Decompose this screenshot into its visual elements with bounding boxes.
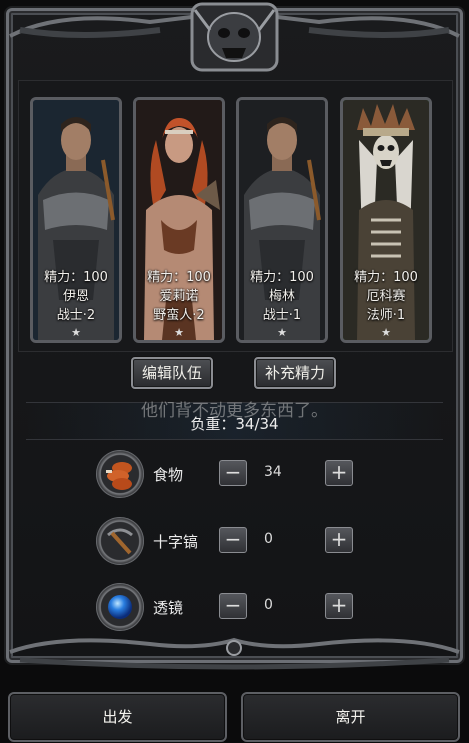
item-count: 34 [264,464,282,480]
leave-button[interactable]: 离开 [241,692,460,742]
hero-class: 野蛮人·2 [153,308,205,323]
hero-class: 战士·2 [56,308,96,323]
hero-name: 厄科赛 [366,289,406,304]
hero-stamina: 精力：100 [250,270,314,285]
star-icon: ★ [71,326,81,339]
hero-stamina: 精力：100 [147,270,211,285]
star-icon: ★ [277,326,287,339]
pickaxe-icon [96,517,144,565]
depart-button[interactable]: 出发 [8,692,227,742]
decrease-food-button[interactable]: − [219,460,247,486]
star-icon: ★ [174,326,184,339]
increase-lens-button[interactable]: + [325,593,353,619]
item-name: 十字镐 [153,533,199,551]
lens-icon [96,583,144,631]
hero-name: 爱莉诺 [159,289,199,304]
hero-stamina: 精力：100 [44,270,108,285]
increase-pickaxe-button[interactable]: + [325,527,353,553]
decrease-lens-button[interactable]: − [219,593,247,619]
hero-card-merlin[interactable]: 精力：100 梅林 战士·1 ★ [236,97,328,343]
decrease-pickaxe-button[interactable]: − [219,527,247,553]
item-count: 0 [264,597,273,613]
item-row-food: 食物 − 34 + [96,450,366,502]
item-count: 0 [264,531,273,547]
hero-class: 法师·1 [366,308,406,323]
increase-food-button[interactable]: + [325,460,353,486]
hero-stamina: 精力：100 [354,270,418,285]
item-row-lens: 透镜 − 0 + [96,583,366,635]
item-name: 食物 [153,466,184,484]
restore-stamina-button[interactable]: 补充精力 [254,357,336,389]
hero-name: 梅林 [268,289,295,304]
item-row-pickaxe: 十字镐 − 0 + [96,517,366,569]
load-capacity: 负重：34/34 [190,415,279,433]
item-name: 透镜 [153,599,184,617]
edit-team-button[interactable]: 编辑队伍 [131,357,213,389]
hero-card-ekesai[interactable]: 精力：100 厄科赛 法师·1 ★ [340,97,432,343]
hero-card-ian[interactable]: 精力：100 伊恩 战士·2 ★ [30,97,122,343]
star-icon: ★ [381,326,391,339]
hero-class: 战士·1 [262,308,302,323]
hero-name: 伊恩 [62,289,89,304]
food-icon [96,450,144,498]
hero-card-eleanor[interactable]: 精力：100 爱莉诺 野蛮人·2 ★ [133,97,225,343]
